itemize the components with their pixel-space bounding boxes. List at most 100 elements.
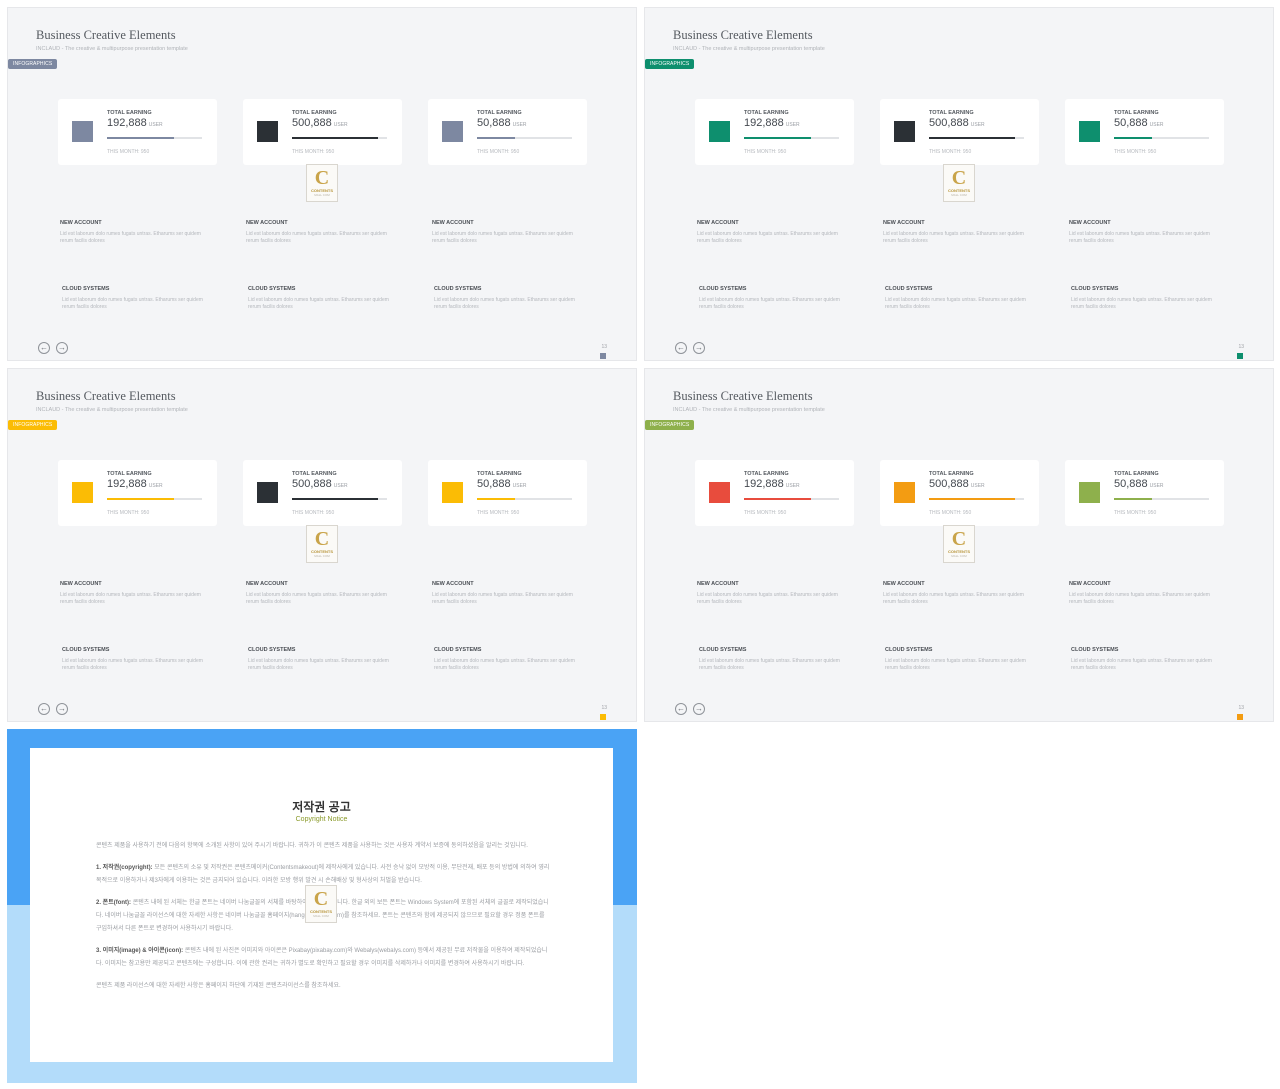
progress-fill bbox=[477, 137, 515, 139]
page-marker bbox=[600, 714, 606, 720]
arrow-left-circle-icon[interactable]: ← bbox=[38, 703, 50, 715]
card-unit: USER bbox=[512, 122, 527, 128]
progress-fill bbox=[107, 137, 174, 139]
card-value-number: 500,888 bbox=[929, 478, 969, 490]
slide-title: Business Creative Elements bbox=[36, 28, 176, 42]
feature-cloud-systems: CLOUD SYSTEMS Lid est laborum dolo rumes … bbox=[62, 647, 203, 671]
card-unit: USER bbox=[970, 122, 985, 128]
color-swatch bbox=[257, 121, 278, 142]
card-month: THIS MONTH: 950 bbox=[292, 510, 335, 516]
progress-bar bbox=[477, 137, 572, 139]
color-swatch bbox=[1079, 482, 1100, 503]
feature-cloud-systems: CLOUD SYSTEMS Lid est laborum dolo rumes … bbox=[434, 286, 575, 310]
watermark-logo: C CONTENTS MALL COM bbox=[943, 164, 975, 202]
progress-bar bbox=[107, 137, 202, 139]
feature-cloud-systems: CLOUD SYSTEMS Lid est laborum dolo rumes … bbox=[1071, 286, 1212, 310]
watermark-logo: C CONTENTS MALL COM bbox=[306, 525, 338, 563]
copyright-outro: 콘텐츠 제품 라이선스에 대한 자세한 사항은 홈페이지 하단에 기재된 콘텐츠… bbox=[96, 983, 341, 989]
card-unit: USER bbox=[1149, 122, 1164, 128]
stat-card: TOTAL EARNING 192,888 USER THIS MONTH: 95… bbox=[695, 99, 854, 165]
feature-new-account: NEW ACCOUNT Lid est laborum dolo rumes fu… bbox=[883, 220, 1024, 244]
arrow-right-circle-icon[interactable]: → bbox=[693, 342, 705, 354]
card-unit: USER bbox=[148, 122, 163, 128]
infographics-tag: INFOGRAPHICS bbox=[8, 59, 58, 69]
card-value: 500,888 USER bbox=[292, 117, 348, 129]
feature-new-account: NEW ACCOUNT Lid est laborum dolo rumes fu… bbox=[1069, 581, 1210, 605]
stat-card: TOTAL EARNING 500,888 USER THIS MONTH: 95… bbox=[880, 99, 1039, 165]
feature-new-account: NEW ACCOUNT Lid est laborum dolo rumes fu… bbox=[60, 220, 201, 244]
feature-new-account: NEW ACCOUNT Lid est laborum dolo rumes fu… bbox=[432, 581, 573, 605]
feature-cloud-systems: CLOUD SYSTEMS Lid est laborum dolo rumes … bbox=[1071, 647, 1212, 671]
card-label: TOTAL EARNING bbox=[107, 110, 152, 116]
color-swatch bbox=[709, 121, 730, 142]
card-month: THIS MONTH: 950 bbox=[477, 510, 520, 516]
feature-new-account: NEW ACCOUNT Lid est laborum dolo rumes fu… bbox=[432, 220, 573, 244]
card-label: TOTAL EARNING bbox=[1114, 471, 1159, 477]
card-value: 192,888 USER bbox=[744, 117, 800, 129]
arrow-right-circle-icon[interactable]: → bbox=[56, 703, 68, 715]
page-number: 13 bbox=[1238, 705, 1244, 711]
progress-fill bbox=[1114, 498, 1152, 500]
progress-fill bbox=[292, 498, 378, 500]
page-number: 13 bbox=[601, 344, 607, 350]
color-swatch bbox=[709, 482, 730, 503]
card-unit: USER bbox=[148, 483, 163, 489]
page-marker bbox=[1237, 714, 1243, 720]
card-unit: USER bbox=[970, 483, 985, 489]
watermark-logo: C CONTENTS MALL COM bbox=[305, 885, 337, 923]
feature-new-account: NEW ACCOUNT Lid est laborum dolo rumes fu… bbox=[883, 581, 1024, 605]
slide-1[interactable]: Business Creative Elements INCLAUD - The… bbox=[7, 7, 637, 361]
card-month: THIS MONTH: 950 bbox=[292, 149, 335, 155]
page-marker bbox=[1237, 353, 1243, 359]
arrow-right-circle-icon[interactable]: → bbox=[56, 342, 68, 354]
slide-title: Business Creative Elements bbox=[673, 28, 813, 42]
stat-card: TOTAL EARNING 50,888 USER THIS MONTH: 950 bbox=[1065, 460, 1224, 526]
card-label: TOTAL EARNING bbox=[929, 471, 974, 477]
slide-subtitle: INCLAUD - The creative & multipurpose pr… bbox=[36, 46, 188, 52]
slide-4[interactable]: Business Creative Elements INCLAUD - The… bbox=[644, 368, 1274, 722]
card-label: TOTAL EARNING bbox=[477, 471, 522, 477]
progress-bar bbox=[744, 137, 839, 139]
feature-cloud-systems: CLOUD SYSTEMS Lid est laborum dolo rumes … bbox=[699, 286, 840, 310]
progress-fill bbox=[477, 498, 515, 500]
progress-fill bbox=[1114, 137, 1152, 139]
slide-subtitle: INCLAUD - The creative & multipurpose pr… bbox=[673, 46, 825, 52]
feature-new-account: NEW ACCOUNT Lid est laborum dolo rumes fu… bbox=[1069, 220, 1210, 244]
card-label: TOTAL EARNING bbox=[107, 471, 152, 477]
page-number: 13 bbox=[1238, 344, 1244, 350]
feature-cloud-systems: CLOUD SYSTEMS Lid est laborum dolo rumes … bbox=[248, 647, 389, 671]
slide-subtitle: INCLAUD - The creative & multipurpose pr… bbox=[673, 407, 825, 413]
card-label: TOTAL EARNING bbox=[744, 471, 789, 477]
color-swatch bbox=[1079, 121, 1100, 142]
infographics-tag: INFOGRAPHICS bbox=[8, 420, 58, 430]
infographics-tag: INFOGRAPHICS bbox=[645, 59, 695, 69]
feature-cloud-systems: CLOUD SYSTEMS Lid est laborum dolo rumes … bbox=[699, 647, 840, 671]
card-value: 50,888 USER bbox=[1114, 478, 1164, 490]
slide-title: Business Creative Elements bbox=[36, 389, 176, 403]
arrow-left-circle-icon[interactable]: ← bbox=[675, 703, 687, 715]
arrow-left-circle-icon[interactable]: ← bbox=[675, 342, 687, 354]
page-marker bbox=[600, 353, 606, 359]
progress-fill bbox=[929, 498, 1015, 500]
feature-new-account: NEW ACCOUNT Lid est laborum dolo rumes fu… bbox=[60, 581, 201, 605]
progress-bar bbox=[107, 498, 202, 500]
arrow-right-circle-icon[interactable]: → bbox=[693, 703, 705, 715]
card-value-number: 192,888 bbox=[744, 117, 784, 129]
copyright-section: 3. 이미지(image) & 아이콘(icon): 콘텐츠 내에 된 사진은 … bbox=[96, 948, 548, 967]
slide-subtitle: INCLAUD - The creative & multipurpose pr… bbox=[36, 407, 188, 413]
feature-cloud-systems: CLOUD SYSTEMS Lid est laborum dolo rumes … bbox=[62, 286, 203, 310]
feature-cloud-systems: CLOUD SYSTEMS Lid est laborum dolo rumes … bbox=[434, 647, 575, 671]
slide-2[interactable]: Business Creative Elements INCLAUD - The… bbox=[644, 7, 1274, 361]
feature-new-account: NEW ACCOUNT Lid est laborum dolo rumes fu… bbox=[697, 220, 838, 244]
color-swatch bbox=[257, 482, 278, 503]
card-value: 192,888 USER bbox=[744, 478, 800, 490]
stat-card: TOTAL EARNING 500,888 USER THIS MONTH: 95… bbox=[880, 460, 1039, 526]
arrow-left-circle-icon[interactable]: ← bbox=[38, 342, 50, 354]
card-unit: USER bbox=[512, 483, 527, 489]
slide-3[interactable]: Business Creative Elements INCLAUD - The… bbox=[7, 368, 637, 722]
card-unit: USER bbox=[333, 483, 348, 489]
copyright-title: 저작권 공고 bbox=[292, 800, 351, 814]
progress-fill bbox=[744, 137, 811, 139]
feature-new-account: NEW ACCOUNT Lid est laborum dolo rumes fu… bbox=[246, 581, 387, 605]
copyright-slide[interactable]: 저작권 공고 Copyright Notice 콘텐츠 제품을 사용하기 전에 … bbox=[7, 729, 637, 1083]
